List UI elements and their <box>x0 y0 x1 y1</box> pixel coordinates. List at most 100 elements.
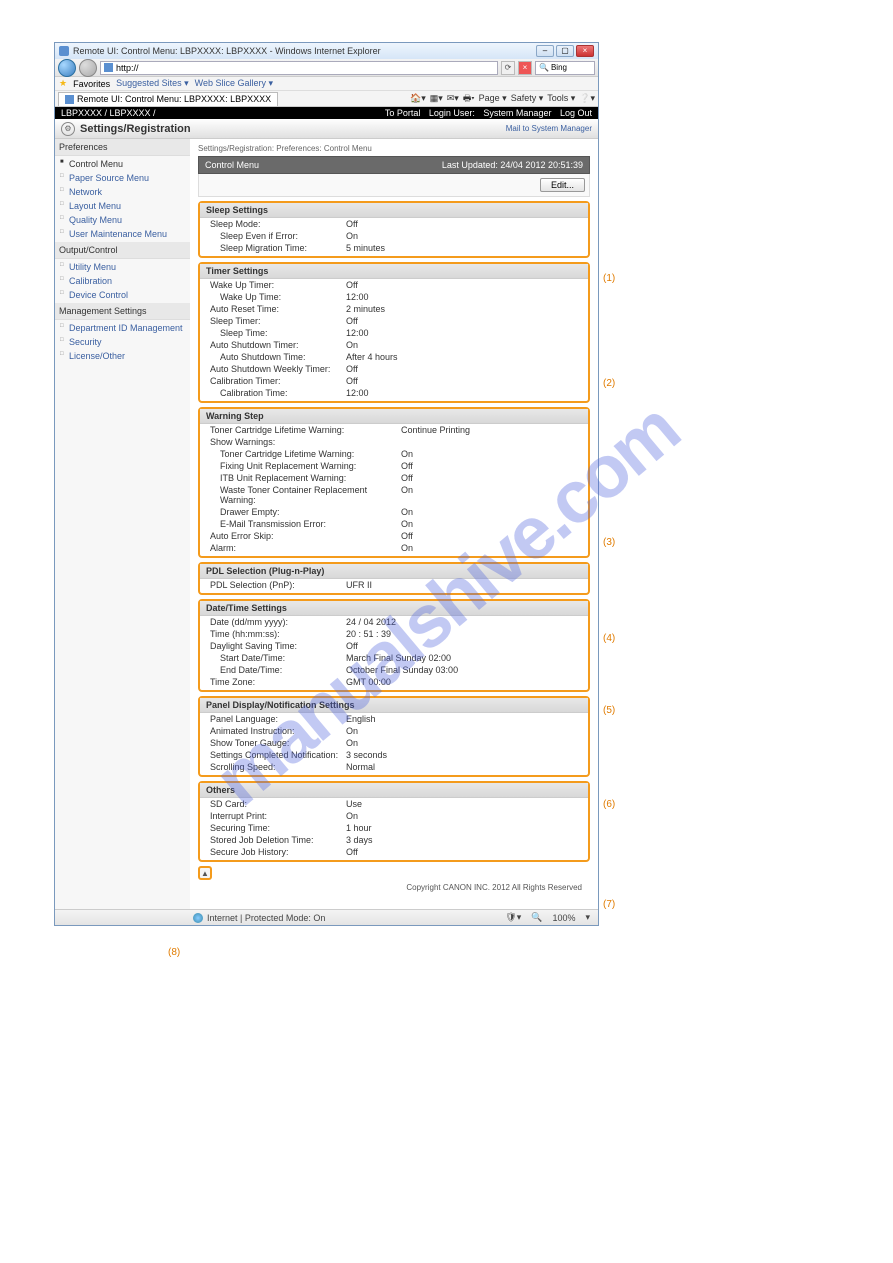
setting-value: Off <box>340 641 588 651</box>
group-header: Timer Settings <box>200 264 588 279</box>
setting-label: Sleep Migration Time: <box>210 243 340 253</box>
address-bar[interactable] <box>100 61 498 75</box>
zoom-dropdown[interactable]: ▾ <box>585 912 590 923</box>
forward-button[interactable] <box>79 59 97 77</box>
setting-value: On <box>340 738 588 748</box>
feeds-icon[interactable]: ▦▾ <box>430 93 443 104</box>
mail-icon[interactable]: ✉▾ <box>447 93 459 104</box>
content-title: Control Menu <box>205 160 259 170</box>
setting-row: End Date/Time:October Final Sunday 03:00 <box>200 664 588 676</box>
minimize-button[interactable]: – <box>536 45 554 57</box>
safety-menu[interactable]: Safety ▾ <box>511 93 544 104</box>
zone-icon <box>193 913 203 923</box>
setting-row: Secure Job History:Off <box>200 846 588 858</box>
edit-button[interactable]: Edit... <box>540 178 585 192</box>
sidebar-item[interactable]: Department ID Management <box>55 321 190 335</box>
sidebar-section-header: Management Settings <box>55 303 190 320</box>
setting-label: Toner Cartridge Lifetime Warning: <box>210 425 395 435</box>
page-title: Settings/Registration <box>80 123 191 135</box>
page-menu[interactable]: Page ▾ <box>479 93 507 104</box>
page-icon <box>104 63 113 72</box>
setting-label: Stored Job Deletion Time: <box>210 835 340 845</box>
fav-link-suggested[interactable]: Suggested Sites ▾ <box>116 78 189 89</box>
mail-manager-link[interactable]: Mail to System Manager <box>506 124 592 133</box>
maximize-button[interactable]: ▢ <box>556 45 574 57</box>
browser-tab[interactable]: Remote UI: Control Menu: LBPXXXX: LBPXXX… <box>58 92 278 106</box>
search-icon: 🔍 <box>539 63 549 72</box>
setting-value <box>395 437 588 447</box>
login-label: Login User: <box>429 108 475 118</box>
group-header: Panel Display/Notification Settings <box>200 698 588 713</box>
setting-value: March Final Sunday 02:00 <box>340 653 588 663</box>
setting-value: On <box>340 811 588 821</box>
sidebar-item[interactable]: Paper Source Menu <box>55 171 190 185</box>
group-header: Warning Step <box>200 409 588 424</box>
setting-label: PDL Selection (PnP): <box>210 580 340 590</box>
device-bar: LBPXXXX / LBPXXXX / To Portal Login User… <box>55 107 598 119</box>
favorites-label[interactable]: Favorites <box>73 79 110 89</box>
callout-6: (6) <box>603 799 615 810</box>
edit-row: Edit... <box>198 174 590 197</box>
setting-value: Normal <box>340 762 588 772</box>
logout-link[interactable]: Log Out <box>560 108 592 118</box>
sidebar-item[interactable]: Calibration <box>55 274 190 288</box>
sidebar-item[interactable]: User Maintenance Menu <box>55 227 190 241</box>
zoom-icon[interactable]: 🔍 <box>531 912 542 923</box>
setting-row: PDL Selection (PnP):UFR II <box>200 579 588 591</box>
group-header: Date/Time Settings <box>200 601 588 616</box>
zoom-level[interactable]: 100% <box>552 913 575 923</box>
setting-value: On <box>395 485 588 505</box>
command-bar: 🏠▾ ▦▾ ✉▾ 🖶▾ Page ▾ Safety ▾ Tools ▾ ❔▾ <box>410 91 595 107</box>
setting-value: Off <box>340 376 588 386</box>
print-icon[interactable]: 🖶▾ <box>463 91 475 107</box>
close-button[interactable]: × <box>576 45 594 57</box>
setting-value: Off <box>340 316 588 326</box>
sidebar-item[interactable]: Device Control <box>55 288 190 302</box>
setting-value: 2 minutes <box>340 304 588 314</box>
setting-value: GMT 00:00 <box>340 677 588 687</box>
tools-menu[interactable]: Tools ▾ <box>547 93 575 104</box>
breadcrumb: Settings/Registration: Preferences: Cont… <box>198 144 590 153</box>
setting-value: On <box>395 519 588 529</box>
setting-label: Time (hh:mm:ss): <box>210 629 340 639</box>
search-box[interactable]: 🔍 Bing <box>535 61 595 75</box>
sidebar-item[interactable]: Control Menu <box>55 157 190 171</box>
callout-3: (3) <box>603 537 615 548</box>
setting-value: Off <box>395 473 588 483</box>
setting-value: 5 minutes <box>340 243 588 253</box>
setting-value: UFR II <box>340 580 588 590</box>
setting-label: Waste Toner Container Replacement Warnin… <box>210 485 395 505</box>
setting-row: Show Warnings: <box>200 436 588 448</box>
setting-row: Fixing Unit Replacement Warning:Off <box>200 460 588 472</box>
setting-label: Calibration Timer: <box>210 376 340 386</box>
setting-row: Toner Cartridge Lifetime Warning:Continu… <box>200 424 588 436</box>
tab-icon <box>65 95 74 104</box>
url-input[interactable] <box>116 63 494 73</box>
sidebar-item[interactable]: Quality Menu <box>55 213 190 227</box>
scroll-top-button[interactable]: ▲ <box>198 866 212 880</box>
sidebar-item[interactable]: Layout Menu <box>55 199 190 213</box>
stop-button[interactable]: × <box>518 61 532 75</box>
tab-bar: Remote UI: Control Menu: LBPXXXX: LBPXXX… <box>55 91 598 107</box>
portal-link[interactable]: To Portal <box>385 108 421 118</box>
back-button[interactable] <box>58 59 76 77</box>
callout-2: (2) <box>603 378 615 389</box>
setting-label: Sleep Timer: <box>210 316 340 326</box>
home-icon[interactable]: 🏠▾ <box>410 93 426 104</box>
setting-row: Sleep Mode:Off <box>200 218 588 230</box>
favorites-star-icon[interactable]: ★ <box>59 78 67 89</box>
status-bar: Internet | Protected Mode: On 🛡▾ 🔍 100% … <box>55 909 598 925</box>
refresh-button[interactable]: ⟳ <box>501 61 515 75</box>
fav-link-webslice[interactable]: Web Slice Gallery ▾ <box>195 78 273 89</box>
setting-label: E-Mail Transmission Error: <box>210 519 395 529</box>
sidebar-item[interactable]: Network <box>55 185 190 199</box>
setting-value: 12:00 <box>340 388 588 398</box>
setting-row: Wake Up Timer:Off <box>200 279 588 291</box>
help-icon[interactable]: ❔▾ <box>579 93 595 104</box>
setting-label: Auto Shutdown Weekly Timer: <box>210 364 340 374</box>
sidebar-item[interactable]: Utility Menu <box>55 260 190 274</box>
setting-row: Drawer Empty:On <box>200 506 588 518</box>
sidebar-item[interactable]: Security <box>55 335 190 349</box>
sidebar-item[interactable]: License/Other <box>55 349 190 363</box>
setting-row: Interrupt Print:On <box>200 810 588 822</box>
